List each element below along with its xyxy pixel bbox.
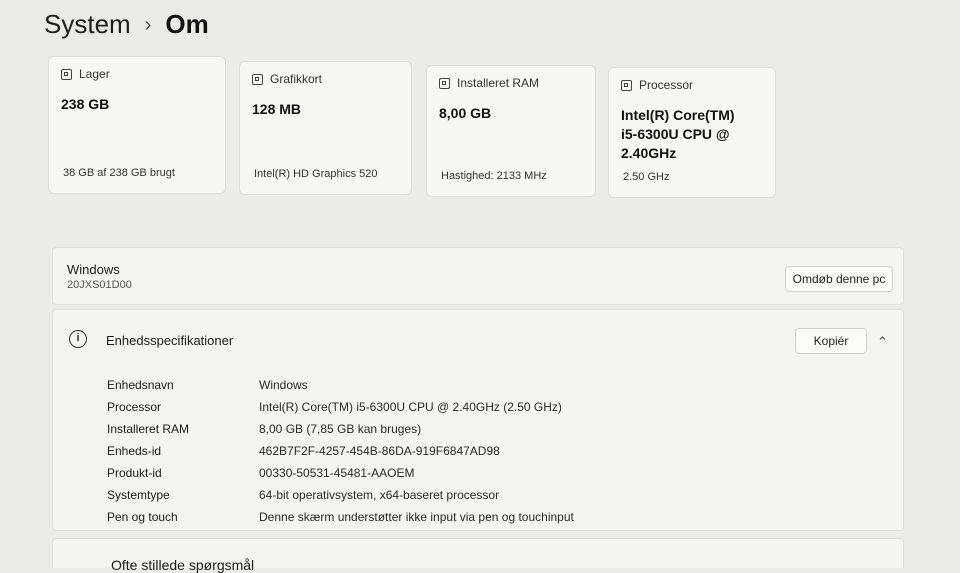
chevron-right-icon: › [144, 13, 152, 36]
card-detail: 38 GB af 238 GB brugt [63, 167, 175, 179]
card-detail: Hastighed: 2133 MHz [441, 170, 547, 182]
rename-pc-button[interactable]: Omdøb denne pc [785, 266, 893, 292]
card-value: 128 MB [252, 101, 302, 117]
faq-panel[interactable]: Ofte stillede spørgsmål [52, 538, 904, 573]
copy-button[interactable]: Kopiér [795, 328, 867, 354]
card-detail: 2.50 GHz [623, 171, 670, 183]
spec-label: Processor [107, 400, 162, 414]
spec-label: Pen og touch [107, 510, 178, 524]
spec-label: Installeret RAM [107, 422, 190, 436]
graphics-card[interactable]: Grafikkort 128 MB Intel(R) HD Graphics 5… [239, 61, 412, 195]
device-model: 20JXS01D00 [67, 279, 132, 291]
card-detail: Intel(R) HD Graphics 520 [254, 168, 378, 180]
device-name: Windows [67, 262, 120, 277]
device-name-panel: Windows 20JXS01D00 Omdøb denne pc [52, 247, 904, 305]
storage-card[interactable]: Lager 238 GB 38 GB af 238 GB brugt [48, 56, 226, 194]
device-specs-panel: i Enhedsspecifikationer Kopiér ⌃ Enhedsn… [52, 309, 904, 531]
card-label: Installeret RAM [457, 76, 540, 90]
spec-value: 462B7F2F-4257-454B-86DA-919F6847AD98 [259, 444, 500, 458]
spec-value: 8,00 GB (7,85 GB kan bruges) [259, 422, 422, 436]
spec-label: Enheds-id [107, 444, 162, 458]
card-value: Intel(R) Core(TM) i5-6300U CPU @ 2.40GHz [621, 107, 735, 161]
specs-title: Enhedsspecifikationer [106, 333, 234, 348]
spec-value: 64-bit operativsystem, x64-baseret proce… [259, 488, 500, 502]
ram-card[interactable]: Installeret RAM 8,00 GB Hastighed: 2133 … [426, 65, 596, 197]
faq-title: Ofte stillede spørgsmål [111, 557, 255, 573]
page-title: Om [165, 8, 209, 39]
spec-label: Systemtype [107, 488, 170, 502]
card-label: Lager [79, 67, 110, 81]
graphics-card-icon [252, 73, 263, 85]
card-value: 8,00 GB [439, 105, 492, 121]
storage-icon [61, 68, 72, 80]
spec-value: Intel(R) Core(TM) i5-6300U CPU @ 2.40GHz… [259, 400, 562, 414]
card-label: Processor [639, 78, 694, 92]
spec-label: Enhedsnavn [107, 378, 174, 392]
processor-card[interactable]: Processor Intel(R) Core(TM) i5-6300U CPU… [608, 67, 776, 198]
info-icon: i [69, 330, 87, 348]
spec-value: 00330-50531-45481-AAOEM [259, 466, 415, 480]
chevron-up-icon[interactable]: ⌃ [877, 334, 888, 350]
spec-value: Denne skærm understøtter ikke input via … [259, 510, 574, 524]
breadcrumb: System › Om [44, 4, 209, 44]
card-value: 238 GB [61, 96, 110, 112]
processor-icon [621, 79, 632, 91]
ram-icon [439, 77, 450, 89]
spec-label: Produkt-id [107, 466, 162, 480]
card-label: Grafikkort [270, 72, 323, 86]
spec-value: Windows [259, 378, 308, 392]
breadcrumb-system-link[interactable]: System [44, 9, 131, 40]
